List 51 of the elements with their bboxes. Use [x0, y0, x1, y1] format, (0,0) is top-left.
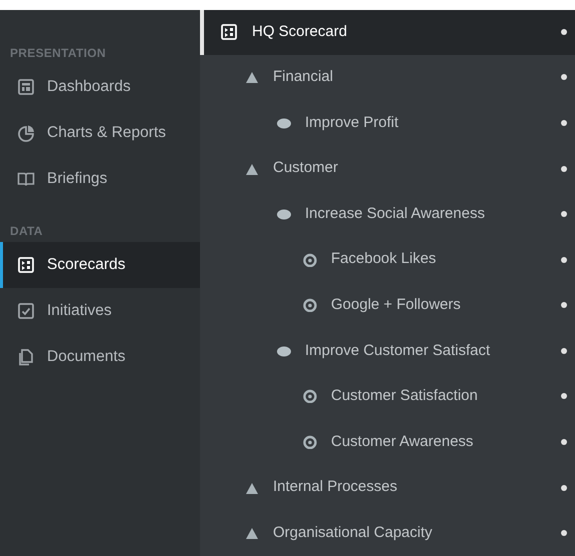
sidebar-item[interactable]: Scorecards — [0, 242, 200, 288]
tree-item[interactable]: Improve Profit — [305, 112, 561, 134]
checkbox-icon — [17, 302, 35, 320]
sidebar-item[interactable]: Charts & Reports — [0, 110, 200, 156]
tree-item[interactable]: Improve Customer Satisfact — [305, 340, 561, 362]
ring-icon — [303, 298, 317, 312]
tree-item[interactable]: Financial — [273, 66, 561, 89]
sidebar-item[interactable]: Documents — [0, 334, 200, 380]
ellipse-icon — [277, 344, 291, 358]
sidebar-item[interactable]: Dashboards — [0, 64, 200, 110]
tree-item[interactable]: Google + Followers — [331, 294, 561, 317]
sidebar-item[interactable]: Briefings — [0, 156, 200, 202]
section-heading: PRESENTATION — [9, 45, 107, 62]
scorecard-icon — [220, 23, 238, 42]
dot-icon[interactable] — [561, 439, 567, 445]
ellipse-icon — [277, 116, 291, 130]
tree-item[interactable]: Customer Satisfaction — [331, 385, 561, 408]
scorecard-header[interactable]: HQ Scorecard — [200, 10, 575, 55]
dot-icon[interactable] — [561, 530, 567, 536]
dashboard-icon — [17, 78, 35, 96]
book-icon — [17, 170, 35, 188]
triangle-icon — [245, 480, 259, 495]
tree-item[interactable]: Customer — [273, 157, 561, 180]
ring-icon — [303, 252, 317, 267]
tree-item[interactable]: Organisational Capacity — [273, 522, 561, 544]
tree-item[interactable]: Customer Awareness — [331, 430, 561, 454]
dot-icon[interactable] — [561, 256, 567, 263]
pie-chart-icon — [17, 124, 35, 142]
dot-icon[interactable] — [561, 74, 567, 80]
dot-icon[interactable] — [561, 29, 567, 36]
tree-item[interactable]: Increase Social Awareness — [305, 202, 561, 226]
ellipse-icon — [277, 207, 291, 222]
triangle-icon — [245, 70, 259, 84]
dot-icon[interactable] — [561, 120, 567, 126]
section-heading: DATA — [9, 223, 44, 240]
dot-icon[interactable] — [561, 484, 567, 491]
sidebar-item[interactable]: Initiatives — [0, 288, 200, 334]
dot-icon[interactable] — [561, 166, 567, 172]
dot-icon[interactable] — [561, 211, 567, 218]
scorecard-title: HQ Scorecard — [252, 22, 348, 42]
ring-icon — [303, 389, 317, 404]
dot-icon[interactable] — [561, 393, 567, 400]
scorecard-icon — [17, 256, 35, 274]
dot-icon[interactable] — [561, 302, 567, 308]
triangle-icon — [245, 162, 259, 176]
triangle-icon — [245, 526, 259, 540]
dot-icon[interactable] — [561, 348, 567, 354]
ring-icon — [303, 435, 317, 449]
tree-item[interactable]: Internal Processes — [273, 476, 561, 499]
tree-item[interactable]: Facebook Likes — [331, 248, 561, 271]
documents-icon — [17, 348, 35, 366]
